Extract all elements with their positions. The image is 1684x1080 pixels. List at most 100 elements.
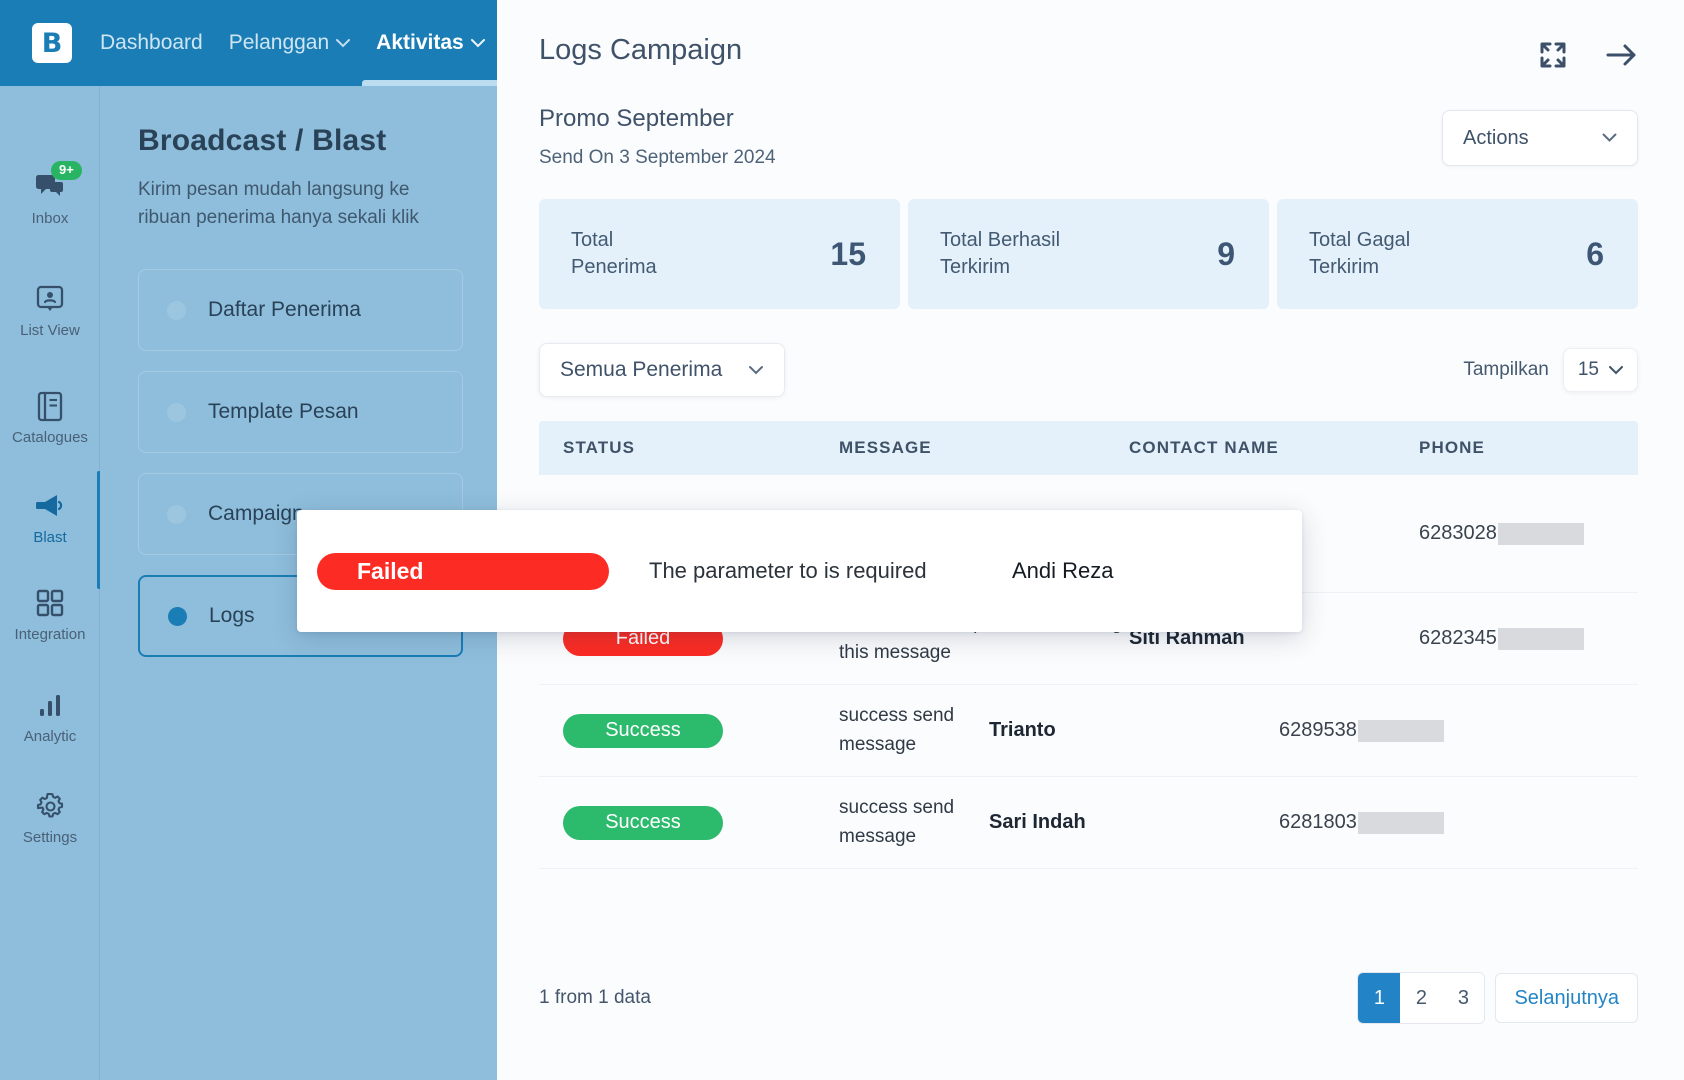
- row-status-cell: Success: [539, 713, 839, 748]
- row-contact-cell: Sari Indah: [989, 811, 1086, 833]
- chevron-down-icon: [336, 38, 351, 47]
- page-size-select[interactable]: 15: [1562, 348, 1638, 392]
- status-badge: Success: [563, 713, 723, 748]
- stat-card-total-berhasil-value: 9: [1217, 235, 1235, 272]
- rail-item-inbox-label: Inbox: [31, 210, 69, 227]
- result-count: 1 from 1 data: [539, 987, 651, 1008]
- rail-item-integration[interactable]: Integration: [0, 586, 100, 643]
- row-phone-value: 6283028: [1419, 522, 1497, 544]
- radio-selected-icon: [168, 606, 187, 626]
- recipient-filter-select[interactable]: Semua Penerima: [539, 343, 786, 397]
- pagination-page-1[interactable]: 1: [1358, 973, 1401, 1023]
- rail-item-catalogues-label: Catalogues: [12, 429, 88, 446]
- icon-rail: 9+ Inbox List View Catalogues Blast Inte…: [0, 86, 101, 1080]
- row-hover-popup[interactable]: Failed The parameter to is required Andi…: [297, 510, 1302, 632]
- blast-menu-template-pesan-label: Template Pesan: [208, 400, 359, 424]
- header-icon-group: [1538, 40, 1638, 70]
- megaphone-icon: [33, 489, 67, 523]
- chevron-down-icon: [749, 366, 764, 375]
- recipient-filter-value: Semua Penerima: [560, 358, 723, 381]
- radio-icon: [167, 504, 186, 524]
- popup-status-cell: Failed: [297, 552, 649, 590]
- chevron-down-icon: [470, 38, 485, 47]
- rail-item-list-view-label: List View: [20, 322, 80, 339]
- status-badge: Success: [563, 805, 723, 840]
- radio-icon: [167, 402, 186, 422]
- redaction-mask: [1497, 627, 1584, 650]
- table-row[interactable]: Success success send message Trianto 628…: [539, 685, 1638, 777]
- stat-card-total-berhasil: Total Berhasil Terkirim 9: [908, 199, 1269, 309]
- blast-panel-title: Broadcast / Blast: [138, 124, 387, 157]
- rail-item-blast[interactable]: Blast: [0, 471, 101, 589]
- row-message-cell: success send message: [839, 705, 955, 755]
- stat-card-total-penerima-label: Total Penerima: [571, 229, 657, 278]
- stat-card-total-penerima-value: 15: [830, 235, 866, 272]
- table-header-row: STATUS MESSAGE CONTACT NAME PHONE: [539, 421, 1638, 475]
- pagination-next-button[interactable]: Selanjutnya: [1495, 973, 1638, 1023]
- chevron-down-icon: [1602, 133, 1617, 142]
- chevron-down-icon: [1609, 365, 1623, 374]
- row-phone-cell: 6289538: [1279, 719, 1638, 742]
- contact-card-icon: [33, 282, 67, 316]
- popup-message: The parameter to is required: [649, 558, 927, 584]
- rail-item-analytic[interactable]: Analytic: [0, 688, 100, 745]
- row-phone-value: 6282345: [1419, 627, 1497, 649]
- row-phone-cell: 6281803: [1279, 811, 1638, 834]
- column-header-phone: PHONE: [1419, 438, 1485, 457]
- rail-item-inbox[interactable]: 9+ Inbox: [0, 161, 100, 227]
- page-size-group: Tampilkan 15: [1463, 348, 1638, 392]
- actions-button-label: Actions: [1463, 126, 1529, 149]
- redaction-mask: [1497, 522, 1584, 545]
- stat-card-total-gagal-label: Total Gagal Terkirim: [1309, 229, 1411, 278]
- rail-item-analytic-label: Analytic: [23, 728, 77, 745]
- rail-item-settings-label: Settings: [22, 829, 78, 846]
- nav-item-pelanggan[interactable]: Pelanggan: [229, 0, 351, 86]
- stat-card-total-berhasil-label: Total Berhasil Terkirim: [940, 229, 1061, 278]
- nav-item-dashboard-label: Dashboard: [100, 31, 203, 54]
- brand-logo[interactable]: B: [32, 23, 72, 63]
- inbox-unread-badge: 9+: [51, 161, 82, 180]
- book-icon: [33, 389, 67, 423]
- pagination: 1 2 3 Selanjutnya: [1357, 972, 1638, 1024]
- arrow-right-icon[interactable]: [1606, 43, 1638, 67]
- redaction-mask: [1357, 811, 1444, 834]
- nav-item-aktivitas[interactable]: Aktivitas: [362, 0, 497, 86]
- redaction-mask: [1357, 719, 1444, 742]
- row-contact-cell: Trianto: [989, 719, 1056, 741]
- table-row[interactable]: Success success send message Sari Indah …: [539, 777, 1638, 869]
- chat-icon: 9+: [33, 161, 82, 204]
- pagination-page-3[interactable]: 3: [1442, 973, 1485, 1023]
- blast-menu-template-pesan[interactable]: Template Pesan: [138, 371, 463, 454]
- blast-menu-daftar-penerima-label: Daftar Penerima: [208, 298, 361, 322]
- rail-item-integration-label: Integration: [14, 626, 86, 643]
- filter-row: Semua Penerima Tampilkan 15: [539, 343, 1638, 397]
- column-header-message: MESSAGE: [839, 438, 932, 457]
- blast-menu-daftar-penerima[interactable]: Daftar Penerima: [138, 269, 463, 352]
- column-header-contact-name: CONTACT NAME: [1129, 438, 1279, 457]
- row-phone-cell: 6282345: [1419, 627, 1638, 650]
- stat-card-total-gagal-value: 6: [1586, 235, 1604, 272]
- row-status-cell: Success: [539, 805, 839, 840]
- expand-icon[interactable]: [1538, 40, 1568, 70]
- popup-status-badge: Failed: [317, 552, 609, 590]
- table-footer: 1 from 1 data 1 2 3 Selanjutnya: [539, 972, 1638, 1024]
- stat-card-total-penerima: Total Penerima 15: [539, 199, 900, 309]
- row-message-cell: success send message: [839, 797, 955, 847]
- page-size-label: Tampilkan: [1463, 359, 1549, 380]
- column-header-status: STATUS: [563, 438, 636, 457]
- pagination-page-2[interactable]: 2: [1400, 973, 1443, 1023]
- page-size-value: 15: [1577, 359, 1599, 380]
- rail-item-catalogues[interactable]: Catalogues: [0, 389, 100, 446]
- rail-item-settings[interactable]: Settings: [0, 789, 100, 846]
- rail-item-list-view[interactable]: List View: [0, 282, 100, 339]
- blast-panel-subtitle: Kirim pesan mudah langsung ke ribuan pen…: [138, 179, 419, 228]
- radio-icon: [167, 300, 186, 320]
- bar-chart-icon: [33, 688, 67, 722]
- nav-item-dashboard[interactable]: Dashboard: [100, 0, 203, 86]
- top-navbar: B Dashboard Pelanggan Aktivitas S: [0, 0, 497, 86]
- row-phone-cell: 6283028: [1419, 522, 1638, 545]
- actions-button[interactable]: Actions: [1442, 110, 1638, 166]
- row-phone-value: 6289538: [1279, 719, 1357, 741]
- rail-item-blast-label: Blast: [33, 529, 67, 546]
- popup-contact-name: Andi Reza: [1012, 558, 1114, 583]
